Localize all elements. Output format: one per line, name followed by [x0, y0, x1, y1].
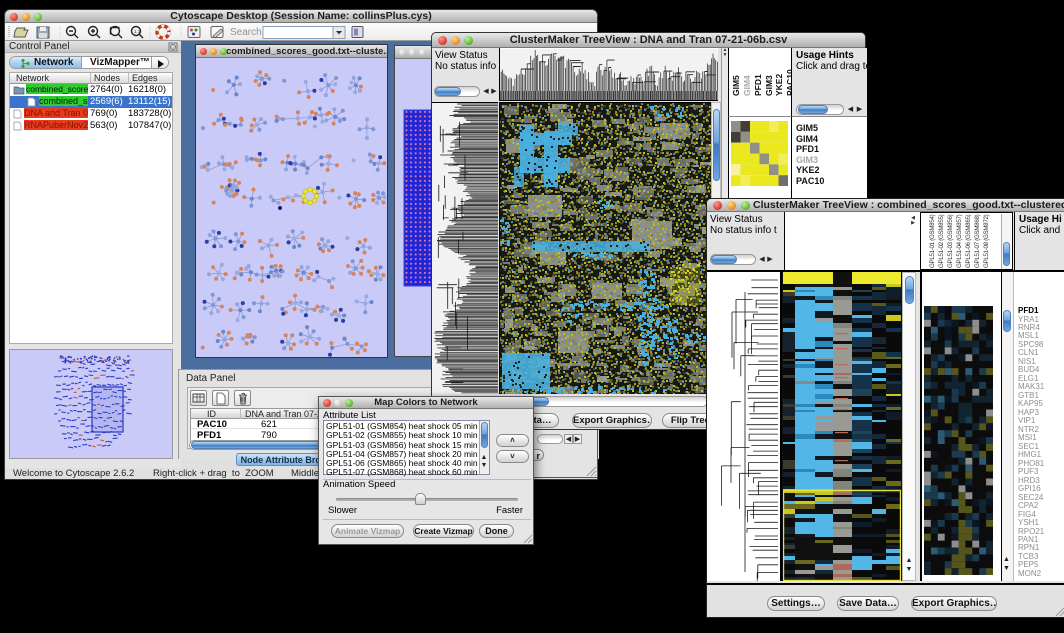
svg-text:Search:: Search:	[230, 27, 264, 38]
svg-text:1:1: 1:1	[134, 29, 141, 34]
